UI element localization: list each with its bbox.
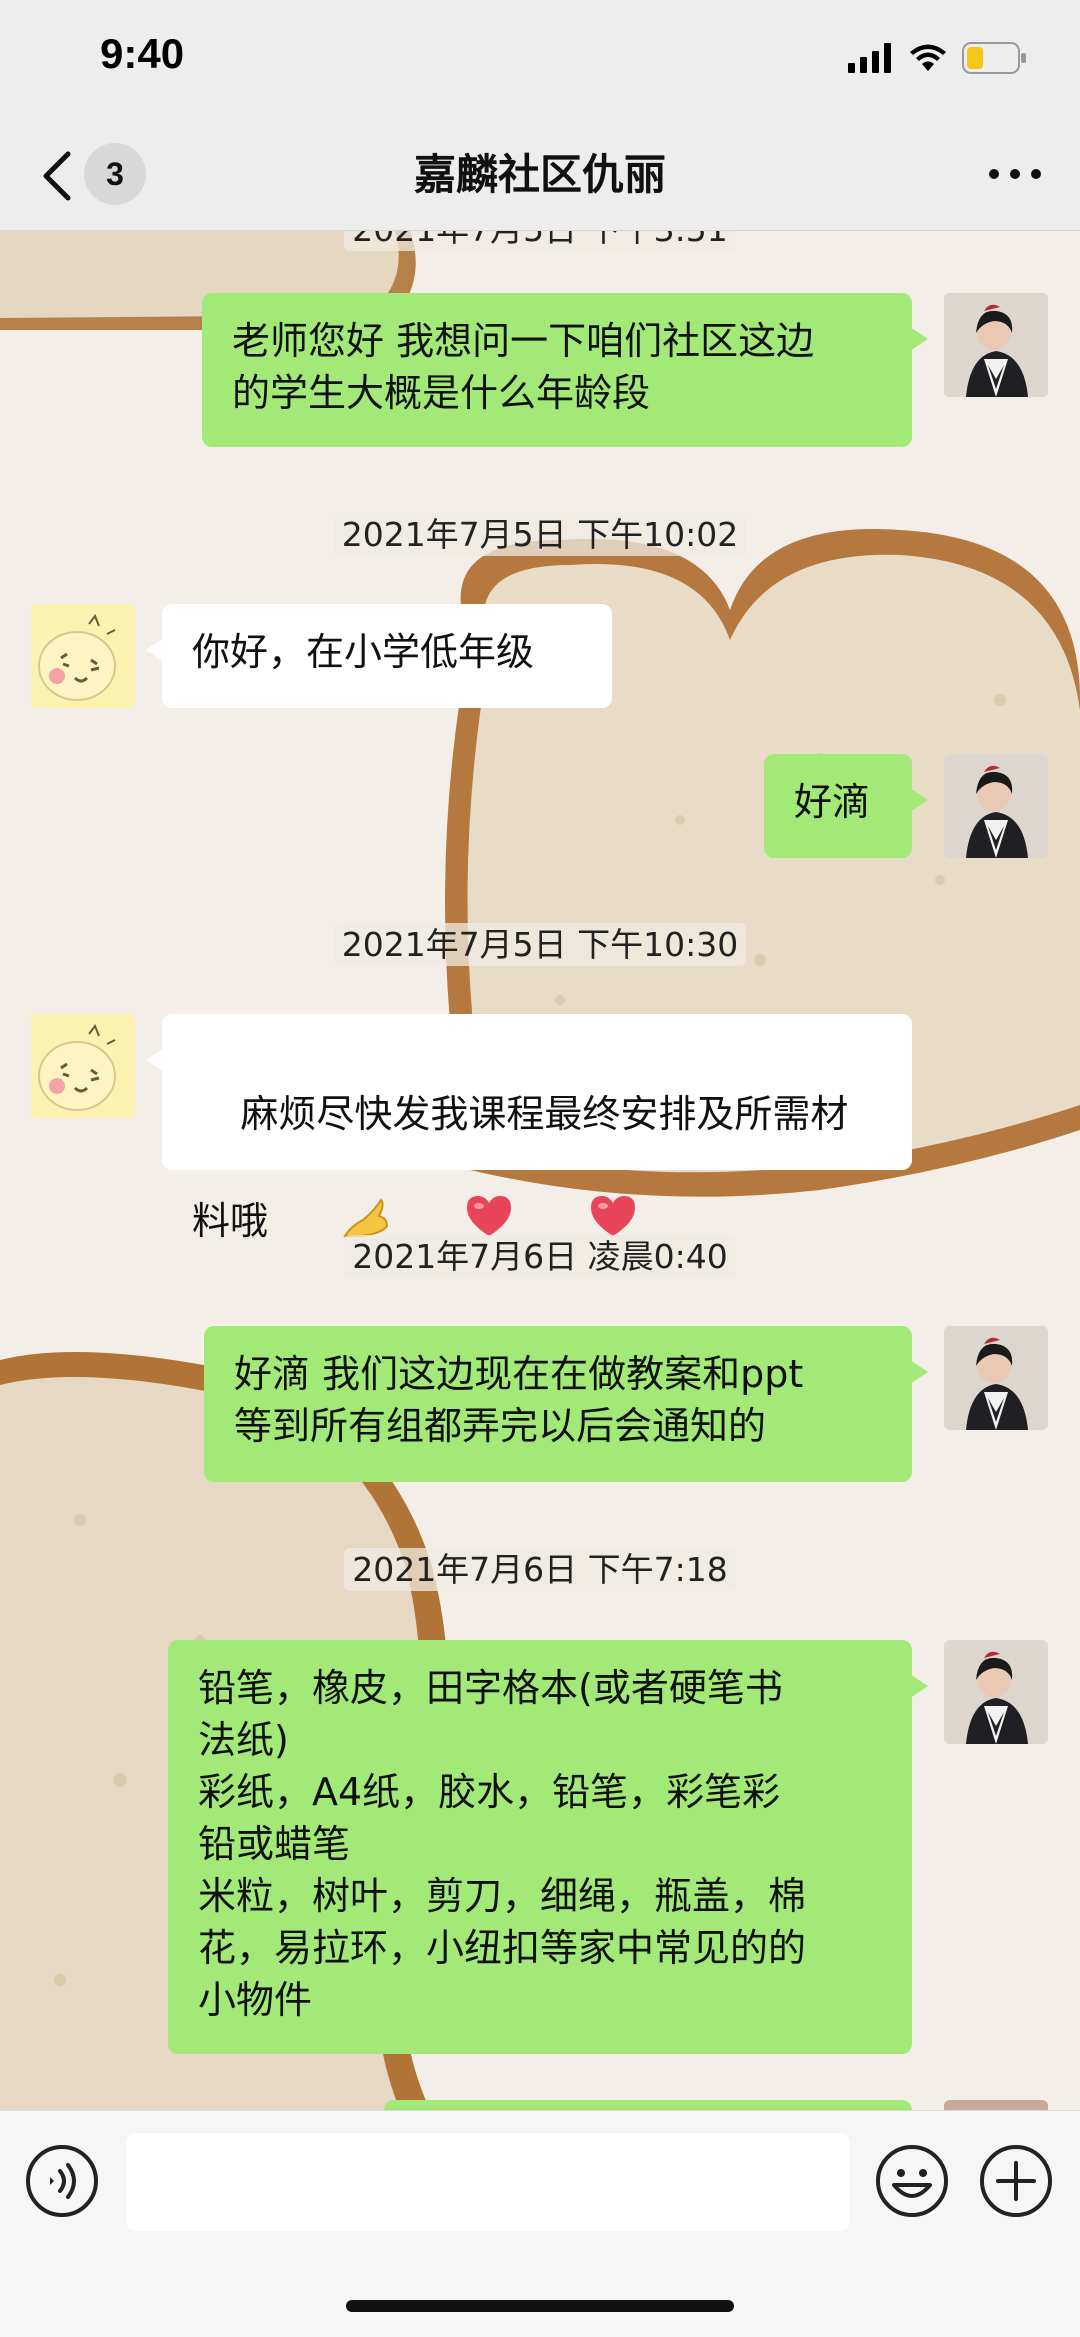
- message-bubble-outgoing[interactable]: 老师您好 我想问一下咱们社区这边 的学生大概是什么年龄段: [202, 293, 928, 447]
- wifi-icon: [910, 44, 946, 71]
- chat-header: 嘉麟社区仇丽 3: [0, 120, 1080, 231]
- unread-count-badge[interactable]: 3: [84, 143, 146, 205]
- my-avatar[interactable]: [944, 1640, 1048, 1744]
- avatar-girl-icon: [944, 1640, 1048, 1744]
- status-time: 9:40: [100, 30, 185, 77]
- chat-message-list[interactable]: 2021年7月5日 下午3:51 老师您好 我想问一下咱们社区这边 的学生大概是…: [0, 0, 1080, 2337]
- timestamp: 2021年7月6日 下午7:18: [0, 1545, 1080, 1595]
- plus-button[interactable]: [978, 2143, 1054, 2219]
- my-avatar[interactable]: [944, 1326, 1048, 1430]
- message-bubble-incoming[interactable]: 你好，在小学低年级: [146, 604, 612, 708]
- voice-input-button[interactable]: [24, 2143, 100, 2219]
- message-bubble-outgoing[interactable]: 铅笔，橡皮，田字格本(或者硬笔书 法纸) 彩纸，A4纸，胶水，铅笔，彩笔彩 铅或…: [168, 1640, 928, 2054]
- avatar-girl-icon: [944, 293, 1048, 397]
- avatar-girl-icon: [944, 1326, 1048, 1430]
- message-input[interactable]: [126, 2133, 850, 2231]
- contact-avatar[interactable]: [31, 1014, 135, 1118]
- battery-icon: [962, 42, 1026, 74]
- timestamp: 2021年7月5日 下午10:02: [0, 510, 1080, 560]
- message-bubble-incoming[interactable]: 麻烦尽快发我课程最终安排及所需材 料哦: [146, 1014, 912, 1243]
- message-bubble-outgoing[interactable]: 好滴: [764, 754, 928, 858]
- emoji-button[interactable]: [874, 2143, 950, 2219]
- avatar-girl-icon: [944, 754, 1048, 858]
- chat-title: 嘉麟社区仇丽: [413, 150, 666, 199]
- my-avatar[interactable]: [944, 293, 1048, 397]
- home-indicator: [346, 2300, 734, 2312]
- status-bar: 9:40: [0, 0, 1080, 120]
- back-chevron-icon[interactable]: [38, 148, 78, 204]
- cellular-signal-icon: [848, 43, 891, 73]
- more-options-icon[interactable]: [980, 154, 1050, 194]
- status-icons: [848, 38, 1028, 78]
- timestamp: 2021年7月5日 下午10:30: [0, 920, 1080, 970]
- contact-avatar[interactable]: [31, 604, 135, 708]
- avatar-cartoon-icon: [31, 604, 135, 708]
- avatar-cartoon-icon: [31, 1014, 135, 1118]
- timestamp: 2021年7月6日 凌晨0:40: [0, 1232, 1080, 1282]
- message-bubble-outgoing[interactable]: 好滴 我们这边现在在做教案和ppt 等到所有组都弄完以后会通知的: [204, 1326, 928, 1482]
- my-avatar[interactable]: [944, 754, 1048, 858]
